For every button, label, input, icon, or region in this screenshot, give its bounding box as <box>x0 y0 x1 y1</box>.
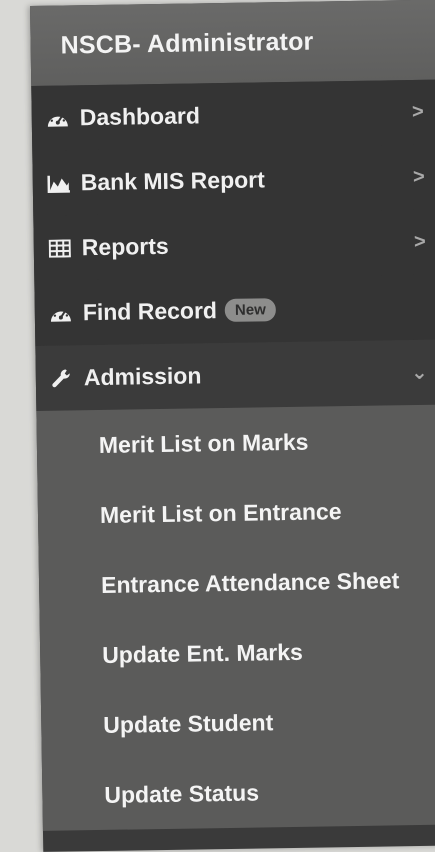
sidebar-item-admission[interactable]: Admission ⌄ <box>35 339 435 411</box>
area-chart-icon <box>47 172 71 194</box>
submenu-item-entrance-attendance-sheet[interactable]: Entrance Attendance Sheet <box>39 544 435 620</box>
submenu-item-merit-list-entrance[interactable]: Merit List on Entrance <box>37 475 435 551</box>
sidebar-menu: Dashboard > Bank MIS Report > Reports > … <box>31 79 435 411</box>
dashboard-gauge-icon <box>46 107 70 129</box>
sidebar-item-label: Bank MIS Report <box>80 166 265 196</box>
sidebar-item-find-record[interactable]: Find Record New <box>34 274 435 346</box>
sidebar-header: NSCB- Administrator <box>30 0 435 86</box>
table-icon <box>48 237 72 259</box>
sidebar: NSCB- Administrator Dashboard > Bank MIS… <box>30 0 435 852</box>
sidebar-item-bank-mis-report[interactable]: Bank MIS Report > <box>32 144 435 216</box>
chevron-right-icon: > <box>413 230 426 253</box>
new-badge: New <box>224 298 276 322</box>
sidebar-item-label: Find Record <box>82 297 218 326</box>
chevron-right-icon: > <box>412 165 425 189</box>
sidebar-item-dashboard[interactable]: Dashboard > <box>31 79 435 151</box>
wrench-icon <box>50 367 74 389</box>
app-title: NSCB- Administrator <box>60 27 314 60</box>
sidebar-item-label: Reports <box>81 232 169 261</box>
submenu-item-update-status[interactable]: Update Status <box>42 754 435 830</box>
chevron-right-icon: > <box>411 100 424 124</box>
submenu-item-update-student[interactable]: Update Student <box>41 684 435 760</box>
dashboard-gauge-icon <box>49 302 73 324</box>
chevron-down-icon: ⌄ <box>410 361 428 385</box>
submenu-item-update-ent-marks[interactable]: Update Ent. Marks <box>40 614 435 690</box>
sidebar-item-label: Dashboard <box>79 102 201 131</box>
screen: NSCB- Administrator Dashboard > Bank MIS… <box>0 0 435 852</box>
sidebar-item-label: Admission <box>83 362 202 391</box>
admission-submenu: Merit List on Marks Merit List on Entran… <box>36 404 435 831</box>
submenu-item-merit-list-marks[interactable]: Merit List on Marks <box>36 405 435 481</box>
sidebar-item-reports[interactable]: Reports > <box>33 209 435 281</box>
